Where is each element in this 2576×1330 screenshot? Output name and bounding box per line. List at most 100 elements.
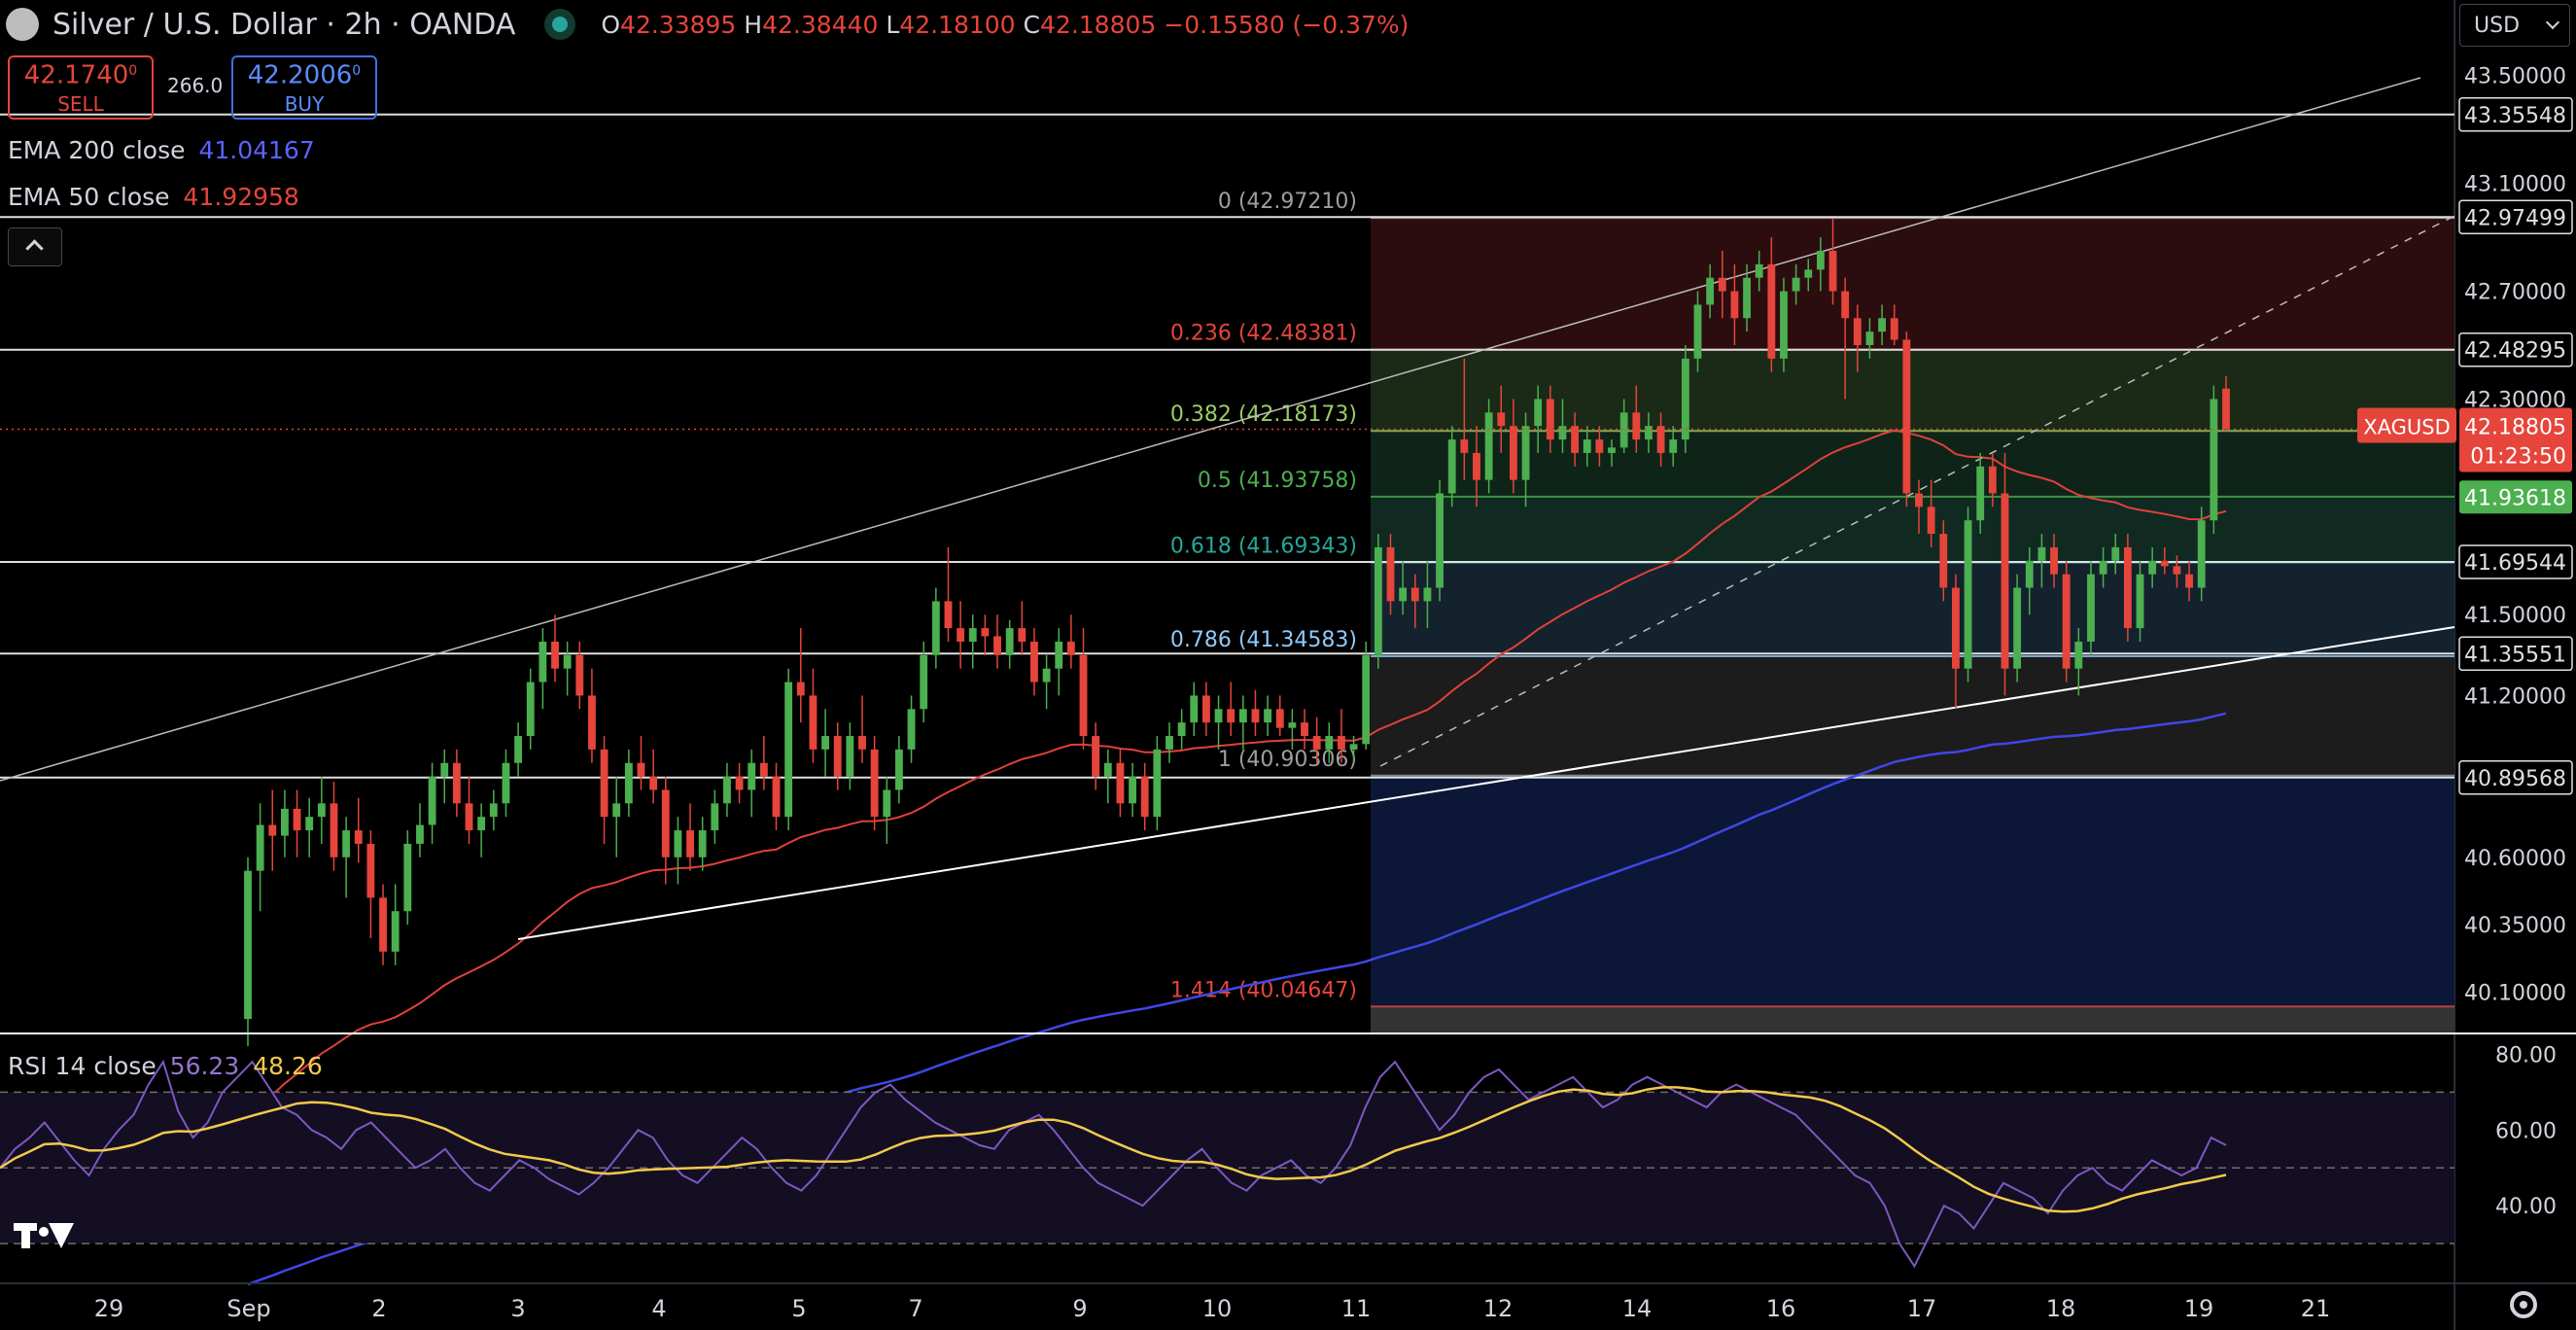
fib-zone [1371,218,2454,350]
candle-body [1828,250,1837,292]
ema50-value: 41.92958 [183,183,299,211]
candle-body [1423,587,1432,602]
candle-body [1251,709,1260,723]
time-tick-label: Sep [226,1295,270,1322]
candle-body [502,762,510,804]
candle-body [894,749,903,790]
ohlc-close: 42.18805 [1040,10,1157,39]
time-tick-label: 5 [791,1295,806,1322]
symbol-title[interactable]: Silver / U.S. Dollar · 2h · OANDA [52,8,515,42]
candle-body [551,641,559,669]
price-tick-label: 41.50000 [2464,604,2566,628]
time-tick-label: 12 [1483,1295,1514,1322]
candle-body [342,830,351,858]
candle-body [2210,399,2218,521]
candle-body [1927,507,1935,535]
time-tick-label: 21 [2301,1295,2331,1322]
ohlc-values: O42.33895 H42.38440 L42.18100 C42.18805 … [601,10,1410,39]
time-tick-label: 17 [1907,1295,1937,1322]
ema200-legend[interactable]: EMA 200 close 41.04167 [8,136,315,164]
candle-body [1976,466,1985,521]
candle-body [2099,560,2107,575]
level-tag-label: 43.35548 [2464,104,2566,128]
candle-body [1129,776,1136,804]
candle-body [1386,546,1395,602]
candle-body [1177,722,1186,737]
candle-body [2173,566,2181,575]
candle-body [1669,439,1678,453]
fib-label: 0.786 (41.34583) [1170,628,1357,652]
fib-zone [1371,431,2454,497]
candle-body [330,803,338,858]
candle-body [661,789,670,858]
candle-body [2087,574,2095,642]
time-tick-label: 29 [94,1295,124,1322]
candle-body [1939,534,1948,588]
candle-body [1042,668,1051,682]
candle-body [2037,546,2046,561]
candle-body [256,824,264,871]
candle-body [624,762,633,804]
candle-body [305,817,314,831]
candle-body [1214,709,1223,723]
sell-label: SELL [57,92,104,117]
sell-button[interactable]: 42.17400 SELL [8,55,154,120]
price-chart[interactable]: 0 (42.97210) 0.236 (42.48381) 0.382 (42.18… [0,0,2576,1330]
candle-body [2197,520,2206,588]
candle-body [1103,762,1112,777]
candle-body [1509,426,1517,480]
currency-select[interactable]: USD [2459,4,2570,47]
fib-zone [1371,1006,2454,1032]
rsi-label: RSI 14 close [8,1052,157,1080]
candle-body [1349,744,1358,750]
candle-body [968,628,977,642]
candle-body [748,762,756,790]
rsi-legend[interactable]: RSI 14 close 56.23 48.26 [8,1052,323,1080]
fib-label: 0.382 (42.18173) [1170,402,1357,427]
candle-body [1902,339,1911,494]
price-tick-label: 42.70000 [2464,281,2566,305]
fib-zone [1371,496,2454,563]
candle-body [1571,426,1580,453]
time-tick-label: 14 [1622,1295,1653,1322]
candle-body [1473,452,1480,480]
candle-body [452,762,461,804]
candle-body [883,789,891,818]
level-tag-label: 41.69544 [2464,551,2566,576]
candle-body [514,736,522,763]
candle-body [833,736,842,777]
candle-body [1558,426,1567,440]
price-tick-label: 43.50000 [2464,65,2566,89]
current-price-label: 42.18805 [2464,415,2566,439]
ema50-legend[interactable]: EMA 50 close 41.92958 [8,183,299,211]
fib-label: 1 (40.90306) [1218,748,1357,772]
countdown-label: 01:23:50 [2470,444,2566,469]
ohlc-high: 42.38440 [762,10,879,39]
candle-body [465,803,473,831]
candle-body [796,682,805,696]
candle-body [2062,574,2071,669]
level-tag-label: 42.97499 [2464,206,2566,230]
market-open-icon [552,17,569,32]
level-tag-label: 41.35551 [2464,643,2566,667]
candle-body [1890,318,1898,340]
candle-body [1312,736,1321,750]
level-tag-label: 40.89568 [2464,767,2566,791]
rsi-tick-label: 80.00 [2495,1043,2557,1068]
candle-body [2222,388,2230,430]
rsi-tick-label: 40.00 [2495,1195,2557,1219]
buy-button[interactable]: 42.20060 BUY [231,55,377,120]
candle-body [735,776,744,790]
gear-icon[interactable] [2510,1291,2537,1318]
candle-body [649,776,658,790]
chevron-up-icon [25,239,44,258]
candle-body [1656,426,1665,453]
candle-body [1484,412,1493,480]
candle-body [1238,709,1247,723]
time-tick-label: 19 [2184,1295,2214,1322]
candle-body [1645,426,1653,440]
collapse-legend-button[interactable] [8,228,62,266]
buy-price: 42.2006 [247,60,353,90]
ohlc-change: −0.15580 (−0.37%) [1164,10,1410,39]
candle-body [244,870,252,1020]
